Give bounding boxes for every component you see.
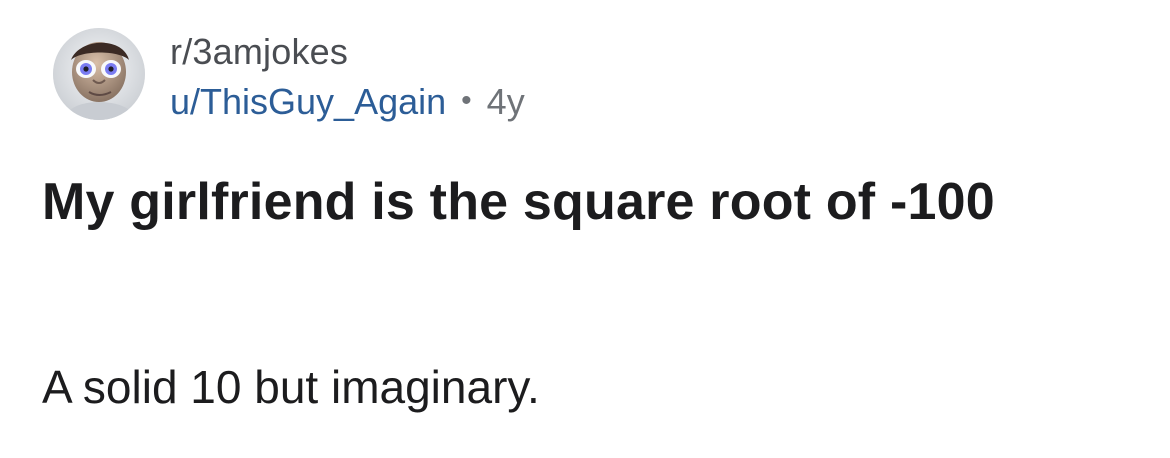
cartoon-face-avatar-icon	[53, 28, 145, 120]
username-link[interactable]: u/ThisGuy_Again	[170, 81, 446, 122]
byline: u/ThisGuy_Again • 4y	[170, 80, 525, 127]
post-meta: r/3amjokes u/ThisGuy_Again • 4y	[170, 30, 525, 127]
avatar[interactable]	[53, 28, 145, 120]
subreddit-link[interactable]: r/3amjokes	[170, 30, 525, 74]
post-title[interactable]: My girlfriend is the square root of -100	[42, 165, 1102, 240]
post-body: A solid 10 but imaginary.	[42, 361, 540, 413]
separator-dot: •	[461, 84, 472, 117]
post-card: r/3amjokes u/ThisGuy_Again • 4y My girlfri…	[0, 0, 1170, 458]
post-age: 4y	[486, 81, 525, 122]
